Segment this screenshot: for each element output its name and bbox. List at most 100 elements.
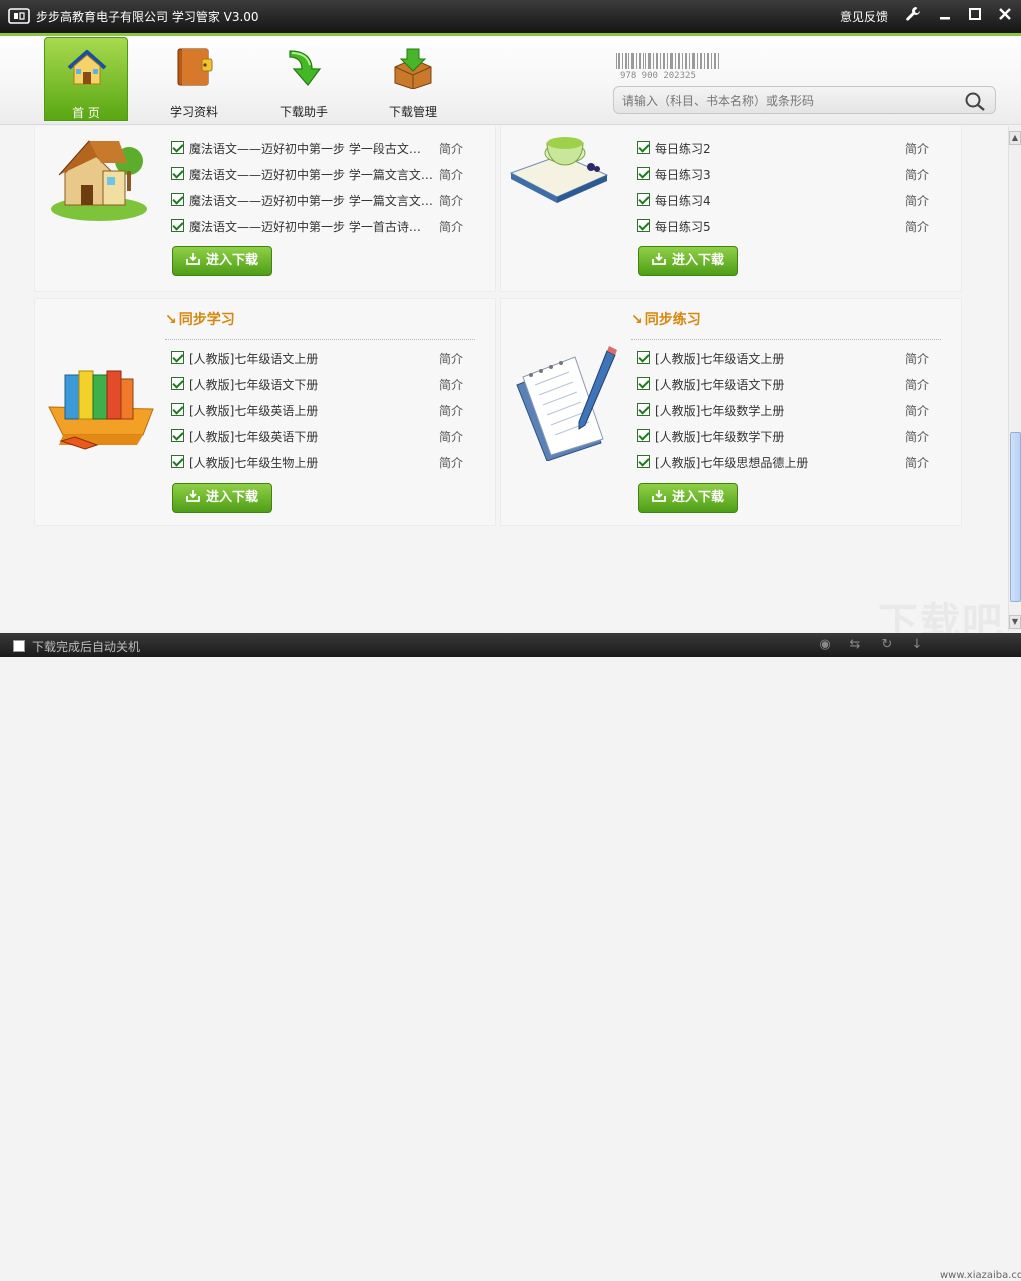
checkbox[interactable] (171, 141, 184, 154)
arrow-icon: ↘ (165, 312, 177, 328)
intro-link[interactable]: 简介 (439, 166, 463, 183)
settings-icon[interactable] (902, 6, 924, 26)
vertical-scrollbar[interactable]: ▲ ▼ (1008, 126, 1021, 631)
checkbox[interactable] (637, 403, 650, 416)
globe-icon[interactable]: ◉ (816, 636, 834, 654)
list-item[interactable]: 每日练习3 简介 (637, 165, 937, 183)
intro-link[interactable]: 简介 (439, 402, 463, 419)
item-title: 每日练习4 (655, 194, 711, 208)
enter-download-button[interactable]: 进入下载 (172, 246, 272, 276)
item-title: 魔法语文——迈好初中第一步 学一篇文言文… (189, 168, 433, 182)
list-item[interactable]: [人教版]七年级英语上册 简介 (171, 401, 471, 419)
item-title: [人教版]七年级语文上册 (655, 352, 785, 366)
item-title: 每日练习5 (655, 220, 711, 234)
checkbox[interactable] (171, 429, 184, 442)
refresh-icon[interactable]: ↻ (878, 636, 896, 654)
checkbox[interactable] (637, 455, 650, 468)
intro-link[interactable]: 简介 (905, 454, 929, 471)
window-title: 步步高教育电子有限公司 学习管家 V3.00 (36, 10, 259, 24)
checkbox[interactable] (637, 141, 650, 154)
list-item[interactable]: [人教版]七年级生物上册 简介 (171, 453, 471, 471)
status-bar: 下载完成后自动关机 ◉ ⇆ ↻ ↓ www.xiazaiba.com (0, 633, 1021, 1281)
intro-link[interactable]: 简介 (905, 428, 929, 445)
download-status-icon[interactable]: ↓ (908, 636, 926, 654)
checkbox[interactable] (637, 429, 650, 442)
intro-link[interactable]: 简介 (905, 140, 929, 157)
enter-download-button[interactable]: 进入下载 (638, 246, 738, 276)
list-item[interactable]: [人教版]七年级数学下册 简介 (637, 427, 937, 445)
list-item[interactable]: [人教版]七年级数学上册 简介 (637, 401, 937, 419)
button-label: 进入下载 (205, 253, 258, 268)
nav-home[interactable]: 首 页 (44, 37, 128, 121)
download-arrow-icon (289, 50, 322, 86)
checkbox[interactable] (171, 219, 184, 232)
list-item[interactable]: [人教版]七年级语文上册 简介 (637, 349, 937, 367)
main-toolbar: 首 页 学习资料 下载助手 下载管理 978 900 202325 (0, 33, 1021, 125)
intro-link[interactable]: 简介 (905, 376, 929, 393)
intro-link[interactable]: 简介 (439, 376, 463, 393)
house-illustration-icon (51, 140, 147, 221)
list-item[interactable]: [人教版]七年级语文下册 简介 (171, 375, 471, 393)
checkbox[interactable] (171, 167, 184, 180)
panel-reading: 魔法语文——迈好初中第一步 学一段古文… 简介 魔法语文——迈好初中第一步 学一篇… (34, 126, 496, 292)
checkbox[interactable] (637, 377, 650, 390)
checkbox[interactable] (637, 219, 650, 232)
nav-study-materials[interactable]: 学习资料 (152, 37, 236, 121)
item-title: [人教版]七年级语文下册 (655, 378, 785, 392)
item-title: 每日练习3 (655, 168, 711, 182)
auto-shutdown-checkbox[interactable] (13, 640, 25, 652)
list-item[interactable]: [人教版]七年级思想品德上册 简介 (637, 453, 937, 471)
intro-link[interactable]: 简介 (905, 350, 929, 367)
minimize-icon[interactable] (934, 6, 956, 26)
list-item[interactable]: 每日练习2 简介 (637, 139, 937, 157)
checkbox[interactable] (637, 167, 650, 180)
search-icon[interactable] (964, 91, 986, 111)
list-item[interactable]: [人教版]七年级英语下册 简介 (171, 427, 471, 445)
download-tray-icon (186, 253, 200, 265)
intro-link[interactable]: 简介 (905, 218, 929, 235)
list-item[interactable]: 魔法语文——迈好初中第一步 学一篇文言文… 简介 (171, 165, 471, 183)
list-item[interactable]: 魔法语文——迈好初中第一步 学一篇文言文… 简介 (171, 191, 471, 209)
list-item[interactable]: 魔法语文——迈好初中第一步 学一首古诗… 简介 (171, 217, 471, 235)
scroll-down-arrow-icon[interactable]: ▼ (1009, 615, 1021, 629)
usb-icon[interactable]: ⇆ (846, 636, 864, 654)
list-item[interactable]: 魔法语文——迈好初中第一步 学一段古文… 简介 (171, 139, 471, 157)
checkbox[interactable] (171, 377, 184, 390)
checkbox[interactable] (171, 403, 184, 416)
checkbox[interactable] (171, 455, 184, 468)
search-box[interactable] (613, 86, 996, 114)
checkbox[interactable] (171, 351, 184, 364)
intro-link[interactable]: 简介 (439, 350, 463, 367)
intro-link[interactable]: 简介 (439, 192, 463, 209)
nav-download-management[interactable]: 下载管理 (371, 37, 455, 121)
list-item[interactable]: [人教版]七年级语文下册 简介 (637, 375, 937, 393)
checkbox[interactable] (637, 351, 650, 364)
maximize-icon[interactable] (964, 6, 986, 26)
search-input[interactable] (622, 91, 952, 111)
enter-download-button[interactable]: 进入下载 (638, 483, 738, 513)
download-tray-icon (652, 253, 666, 265)
scroll-up-arrow-icon[interactable]: ▲ (1009, 131, 1021, 145)
list-item[interactable]: [人教版]七年级语文上册 简介 (171, 349, 471, 367)
feedback-link[interactable]: 意见反馈 (840, 8, 888, 25)
box-download-icon (394, 48, 432, 89)
book-teacup-illustration-icon (509, 137, 609, 203)
list-item[interactable]: 每日练习4 简介 (637, 191, 937, 209)
checkbox[interactable] (637, 193, 650, 206)
button-label: 进入下载 (205, 490, 258, 505)
intro-link[interactable]: 简介 (905, 192, 929, 209)
scroll-thumb[interactable] (1010, 432, 1021, 602)
section-title: ↘ 同步学习 (165, 312, 235, 328)
intro-link[interactable]: 简介 (439, 218, 463, 235)
intro-link[interactable]: 简介 (439, 428, 463, 445)
checkbox[interactable] (171, 193, 184, 206)
intro-link[interactable]: 简介 (439, 454, 463, 471)
list-item[interactable]: 每日练习5 简介 (637, 217, 937, 235)
close-icon[interactable] (994, 6, 1016, 26)
nav-download-assistant[interactable]: 下载助手 (262, 37, 346, 121)
app-logo-icon (8, 8, 30, 24)
intro-link[interactable]: 简介 (905, 166, 929, 183)
enter-download-button[interactable]: 进入下载 (172, 483, 272, 513)
intro-link[interactable]: 简介 (439, 140, 463, 157)
intro-link[interactable]: 简介 (905, 402, 929, 419)
